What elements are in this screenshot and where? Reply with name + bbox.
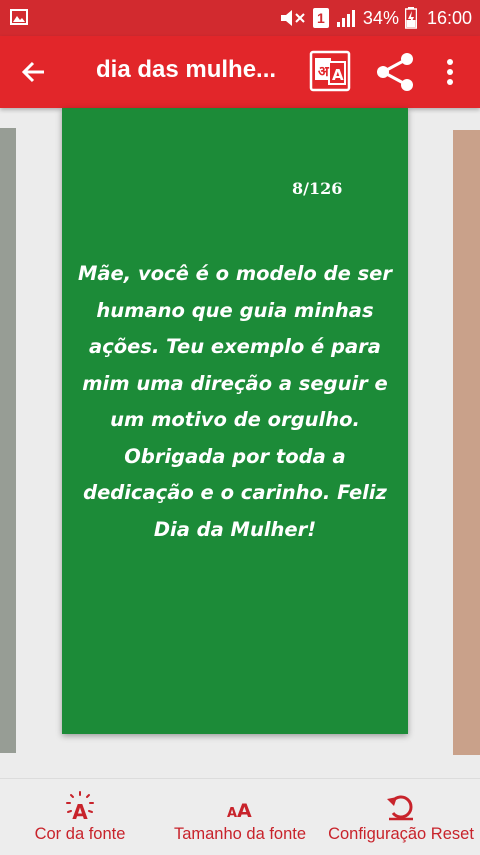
reset-settings-button[interactable]: Configuração Reset bbox=[326, 779, 476, 855]
mute-icon bbox=[280, 10, 305, 26]
font-color-icon: A bbox=[66, 791, 94, 821]
page-title: dia das mulhe... bbox=[96, 56, 277, 83]
card-counter: 8/126 bbox=[292, 179, 343, 198]
font-size-label: Tamanho da fonte bbox=[173, 825, 307, 843]
font-color-button[interactable]: A Cor da fonte bbox=[20, 779, 140, 855]
svg-text:A: A bbox=[227, 806, 237, 821]
svg-text:अ: अ bbox=[318, 64, 330, 80]
svg-text:A: A bbox=[332, 66, 344, 84]
next-card[interactable] bbox=[453, 130, 480, 755]
svg-text:A: A bbox=[72, 800, 88, 821]
message-text: Mãe, você é o modelo de ser humano que g… bbox=[77, 262, 393, 541]
share-icon[interactable] bbox=[374, 52, 416, 92]
previous-card[interactable] bbox=[0, 128, 16, 753]
battery-percent: 34% bbox=[362, 7, 399, 28]
arrow-back-icon[interactable] bbox=[18, 56, 50, 88]
font-size-button[interactable]: A A Tamanho da fonte bbox=[170, 779, 310, 855]
app-bar: dia das mulhe... अ A bbox=[0, 36, 480, 108]
bottom-toolbar: A Cor da fonte A A Tamanho da fonte Conf… bbox=[0, 778, 480, 855]
signal-icon bbox=[336, 10, 355, 27]
font-size-icon: A A bbox=[227, 800, 252, 821]
translate-icon[interactable]: अ A bbox=[309, 50, 351, 92]
status-bar: 1 34% 16:00 bbox=[0, 0, 480, 36]
gallery-icon bbox=[10, 9, 28, 25]
message-card[interactable]: 8/126 Mãe, você é o modelo de ser humano… bbox=[62, 108, 408, 734]
sim-icon: 1 bbox=[312, 8, 329, 28]
battery-charging-icon bbox=[404, 7, 417, 29]
font-color-label: Cor da fonte bbox=[34, 825, 126, 843]
more-vert-icon[interactable] bbox=[440, 56, 460, 88]
reset-label: Configuração Reset bbox=[328, 825, 474, 843]
reset-icon bbox=[387, 795, 413, 821]
svg-text:A: A bbox=[237, 800, 252, 821]
clock: 16:00 bbox=[426, 7, 472, 28]
